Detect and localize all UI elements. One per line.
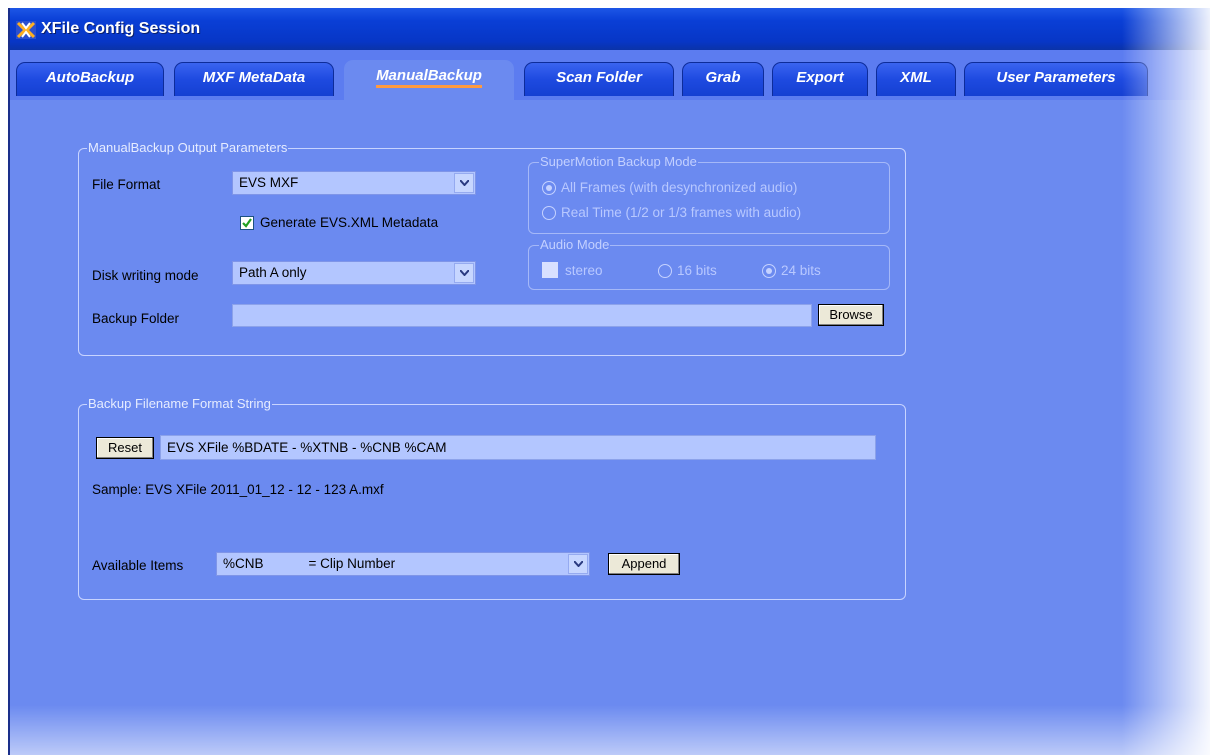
filename-format-legend: Backup Filename Format String (87, 396, 272, 411)
chevron-down-icon (460, 270, 469, 276)
config-window: XFile Config Session AutoBackup MXF Meta… (8, 8, 1210, 755)
window-bottom-fade (10, 705, 1210, 755)
16-bits-label: 16 bits (677, 263, 717, 278)
audio-mode-legend: Audio Mode (539, 237, 611, 252)
real-time-label: Real Time (1/2 or 1/3 frames with audio) (561, 205, 802, 220)
tab-autobackup[interactable]: AutoBackup (16, 62, 164, 96)
file-format-value: EVS MXF (239, 175, 299, 190)
window-title: XFile Config Session (41, 20, 201, 37)
dropdown-button[interactable] (454, 173, 474, 193)
available-items-label: Available Items (92, 558, 184, 573)
backup-folder-input[interactable] (232, 304, 812, 327)
title-bar: XFile Config Session (10, 8, 1210, 50)
tab-mxf-metadata[interactable]: MXF MetaData (174, 62, 334, 96)
checkmark-icon (242, 218, 252, 228)
tab-manualbackup[interactable]: ManualBackup (344, 60, 514, 100)
dropdown-button[interactable] (454, 263, 474, 283)
file-format-label: File Format (92, 177, 161, 192)
generate-xml-checkbox[interactable] (240, 216, 254, 230)
tab-grab[interactable]: Grab (682, 62, 764, 96)
tab-xml[interactable]: XML (876, 62, 956, 96)
tab-export[interactable]: Export (772, 62, 868, 96)
tab-user-parameters[interactable]: User Parameters (964, 62, 1148, 96)
tab-label: XML (900, 69, 932, 86)
generate-xml-label: Generate EVS.XML Metadata (260, 215, 439, 230)
dropdown-button[interactable] (568, 554, 588, 574)
tab-bar: AutoBackup MXF MetaData ManualBackup Sca… (10, 50, 1210, 100)
output-params-legend: ManualBackup Output Parameters (87, 140, 289, 155)
format-string-value: EVS XFile %BDATE - %XTNB - %CNB %CAM (167, 440, 447, 455)
available-items-select[interactable]: %CNB = Clip Number (216, 552, 590, 576)
tab-label: ManualBackup (376, 67, 482, 88)
chevron-down-icon (460, 180, 469, 186)
backup-folder-label: Backup Folder (92, 311, 180, 326)
tab-label: MXF MetaData (202, 69, 306, 86)
window-edge-fade (1122, 8, 1210, 755)
radio-real-time[interactable] (542, 206, 556, 220)
reset-button[interactable]: Reset (96, 437, 154, 459)
tab-label: Scan Folder (556, 69, 642, 86)
disk-mode-value: Path A only (239, 265, 307, 280)
radio-all-frames[interactable] (542, 181, 556, 195)
available-items-value: %CNB = Clip Number (223, 556, 396, 571)
24-bits-label: 24 bits (781, 263, 821, 278)
supermotion-legend: SuperMotion Backup Mode (539, 154, 698, 169)
supermotion-group: SuperMotion Backup Mode (528, 154, 890, 234)
stereo-label: stereo (565, 263, 603, 278)
chevron-down-icon (574, 561, 583, 567)
tab-label: Grab (705, 69, 741, 86)
radio-16-bits[interactable] (658, 264, 672, 278)
tab-scan-folder[interactable]: Scan Folder (524, 62, 674, 96)
all-frames-label: All Frames (with desynchronized audio) (561, 180, 798, 195)
append-button[interactable]: Append (608, 553, 680, 575)
disk-mode-label: Disk writing mode (92, 268, 199, 283)
tab-label: User Parameters (996, 69, 1116, 86)
xfile-app-icon (16, 21, 36, 39)
disk-mode-select[interactable]: Path A only (232, 261, 476, 285)
radio-24-bits[interactable] (762, 264, 776, 278)
stereo-checkbox[interactable] (542, 262, 558, 278)
sample-filename-text: Sample: EVS XFile 2011_01_12 - 12 - 123 … (92, 482, 384, 497)
tab-label: AutoBackup (45, 69, 135, 86)
format-string-input[interactable]: EVS XFile %BDATE - %XTNB - %CNB %CAM (160, 435, 876, 460)
tab-label: Export (796, 69, 844, 86)
file-format-select[interactable]: EVS MXF (232, 171, 476, 195)
browse-button[interactable]: Browse (818, 304, 884, 326)
